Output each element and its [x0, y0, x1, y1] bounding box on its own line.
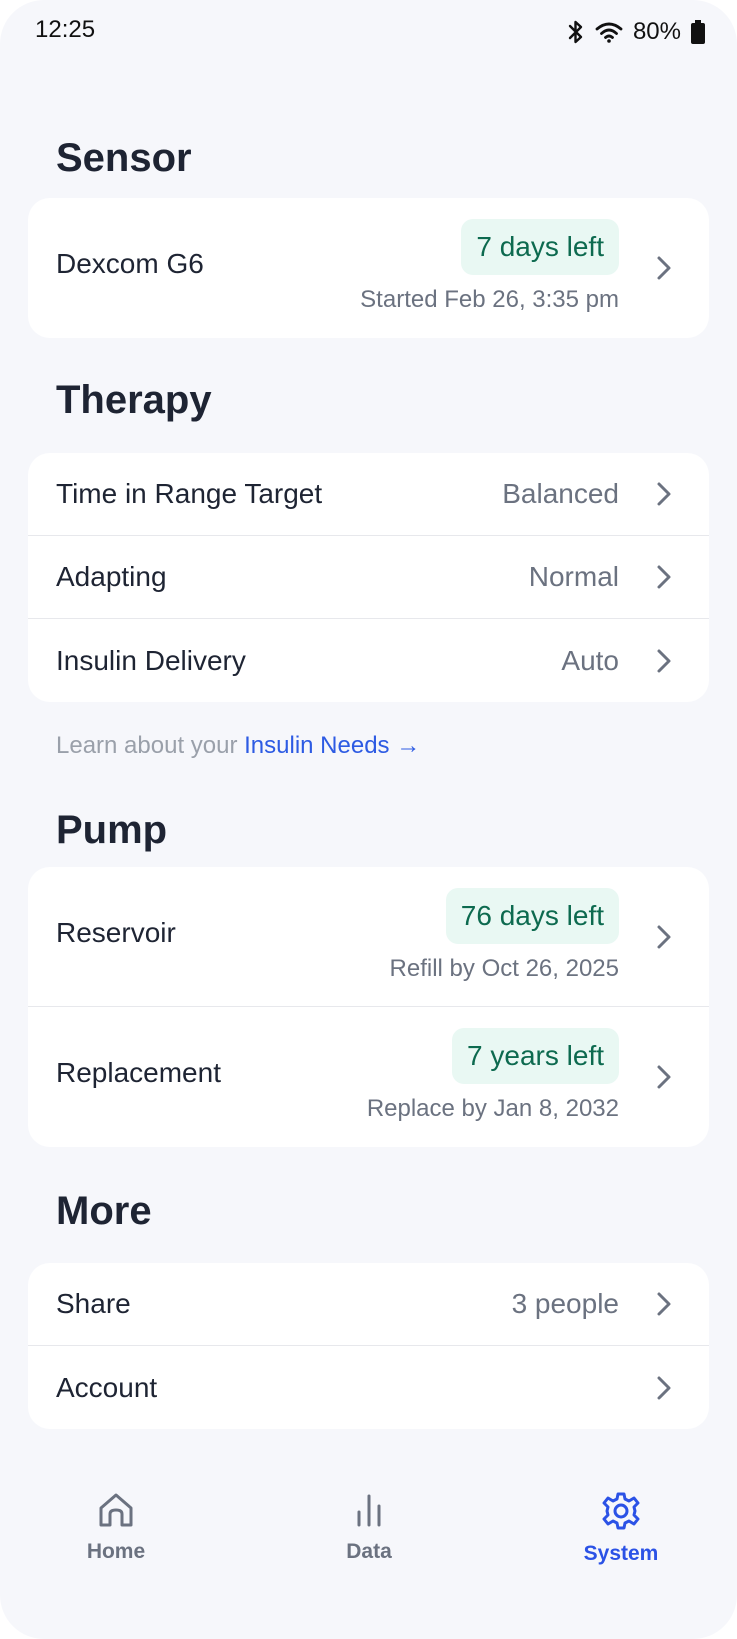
tab-data[interactable]: Data	[299, 1490, 439, 1564]
gear-icon	[602, 1492, 640, 1530]
reservoir-refill-text: Refill by Oct 26, 2025	[389, 955, 619, 982]
home-icon	[99, 1493, 133, 1527]
status-bar: 12:25 80%	[0, 0, 737, 64]
status-icons: 80%	[567, 18, 705, 46]
row-label: Share	[56, 1288, 131, 1319]
replacement-years-left-badge: 7 years left	[452, 1028, 619, 1084]
section-title-sensor: Sensor	[56, 136, 192, 180]
learn-insulin-needs: Learn about your Insulin Needs →	[56, 732, 420, 760]
therapy-row-adapting[interactable]: Adapting Normal	[28, 536, 709, 619]
status-time: 12:25	[35, 16, 96, 43]
row-value: Normal	[528, 561, 619, 592]
sensor-card: Dexcom G6 7 days left Started Feb 26, 3:…	[28, 198, 709, 338]
chevron-right-icon	[657, 565, 671, 589]
battery-icon	[691, 20, 705, 44]
row-label: Account	[56, 1371, 158, 1403]
tab-system[interactable]: System	[551, 1490, 691, 1566]
bottom-tab-bar: Home Data System	[0, 1490, 737, 1600]
pump-row-reservoir[interactable]: Reservoir 76 days left Refill by Oct 26,…	[28, 867, 709, 1007]
row-label: Reservoir	[56, 917, 176, 948]
more-card: Share 3 people Account	[28, 1263, 709, 1429]
therapy-row-time-in-range[interactable]: Time in Range Target Balanced	[28, 453, 709, 536]
more-row-account[interactable]: Account	[28, 1346, 709, 1429]
chevron-right-icon	[657, 1376, 671, 1399]
section-title-therapy: Therapy	[56, 378, 212, 422]
system-screen: 12:25 80% Sensor Dexcom G6 7 days left S…	[0, 0, 737, 1639]
row-value: Balanced	[502, 478, 619, 509]
chevron-right-icon	[657, 925, 671, 948]
sensor-started-text: Started Feb 26, 3:35 pm	[360, 286, 619, 313]
sensor-label: Dexcom G6	[56, 248, 204, 279]
sensor-row[interactable]: Dexcom G6 7 days left Started Feb 26, 3:…	[28, 198, 709, 338]
sensor-days-left-badge: 7 days left	[461, 219, 619, 275]
tab-label: System	[583, 1542, 659, 1565]
row-label: Insulin Delivery	[56, 644, 246, 676]
section-title-more: More	[56, 1189, 152, 1233]
row-value: Auto	[561, 644, 619, 676]
chevron-right-icon	[657, 482, 671, 506]
tab-home[interactable]: Home	[46, 1490, 186, 1564]
learn-prefix: Learn about your	[56, 732, 245, 759]
bluetooth-icon	[567, 19, 585, 45]
row-label: Adapting	[56, 561, 167, 592]
bar-chart-icon	[357, 1494, 381, 1527]
chevron-right-icon	[657, 649, 671, 672]
chevron-right-icon	[657, 1292, 671, 1316]
pump-row-replacement[interactable]: Replacement 7 years left Replace by Jan …	[28, 1007, 709, 1147]
reservoir-days-left-badge: 76 days left	[445, 888, 619, 944]
section-title-pump: Pump	[56, 808, 168, 852]
replacement-date-text: Replace by Jan 8, 2032	[366, 1095, 619, 1122]
tab-label: Home	[86, 1540, 146, 1563]
row-label: Replacement	[56, 1057, 221, 1088]
chevron-right-icon	[657, 256, 671, 280]
battery-percent: 80%	[632, 18, 681, 45]
pump-card: Reservoir 76 days left Refill by Oct 26,…	[28, 867, 709, 1147]
chevron-right-icon	[657, 1065, 671, 1089]
therapy-card: Time in Range Target Balanced Adapting N…	[28, 453, 709, 702]
insulin-needs-link[interactable]: Insulin Needs →	[244, 732, 420, 759]
row-label: Time in Range Target	[56, 478, 323, 509]
therapy-row-insulin-delivery[interactable]: Insulin Delivery Auto	[28, 619, 709, 702]
more-row-share[interactable]: Share 3 people	[28, 1263, 709, 1346]
wifi-icon	[595, 21, 623, 43]
tab-label: Data	[346, 1540, 392, 1563]
row-value: 3 people	[511, 1288, 619, 1319]
